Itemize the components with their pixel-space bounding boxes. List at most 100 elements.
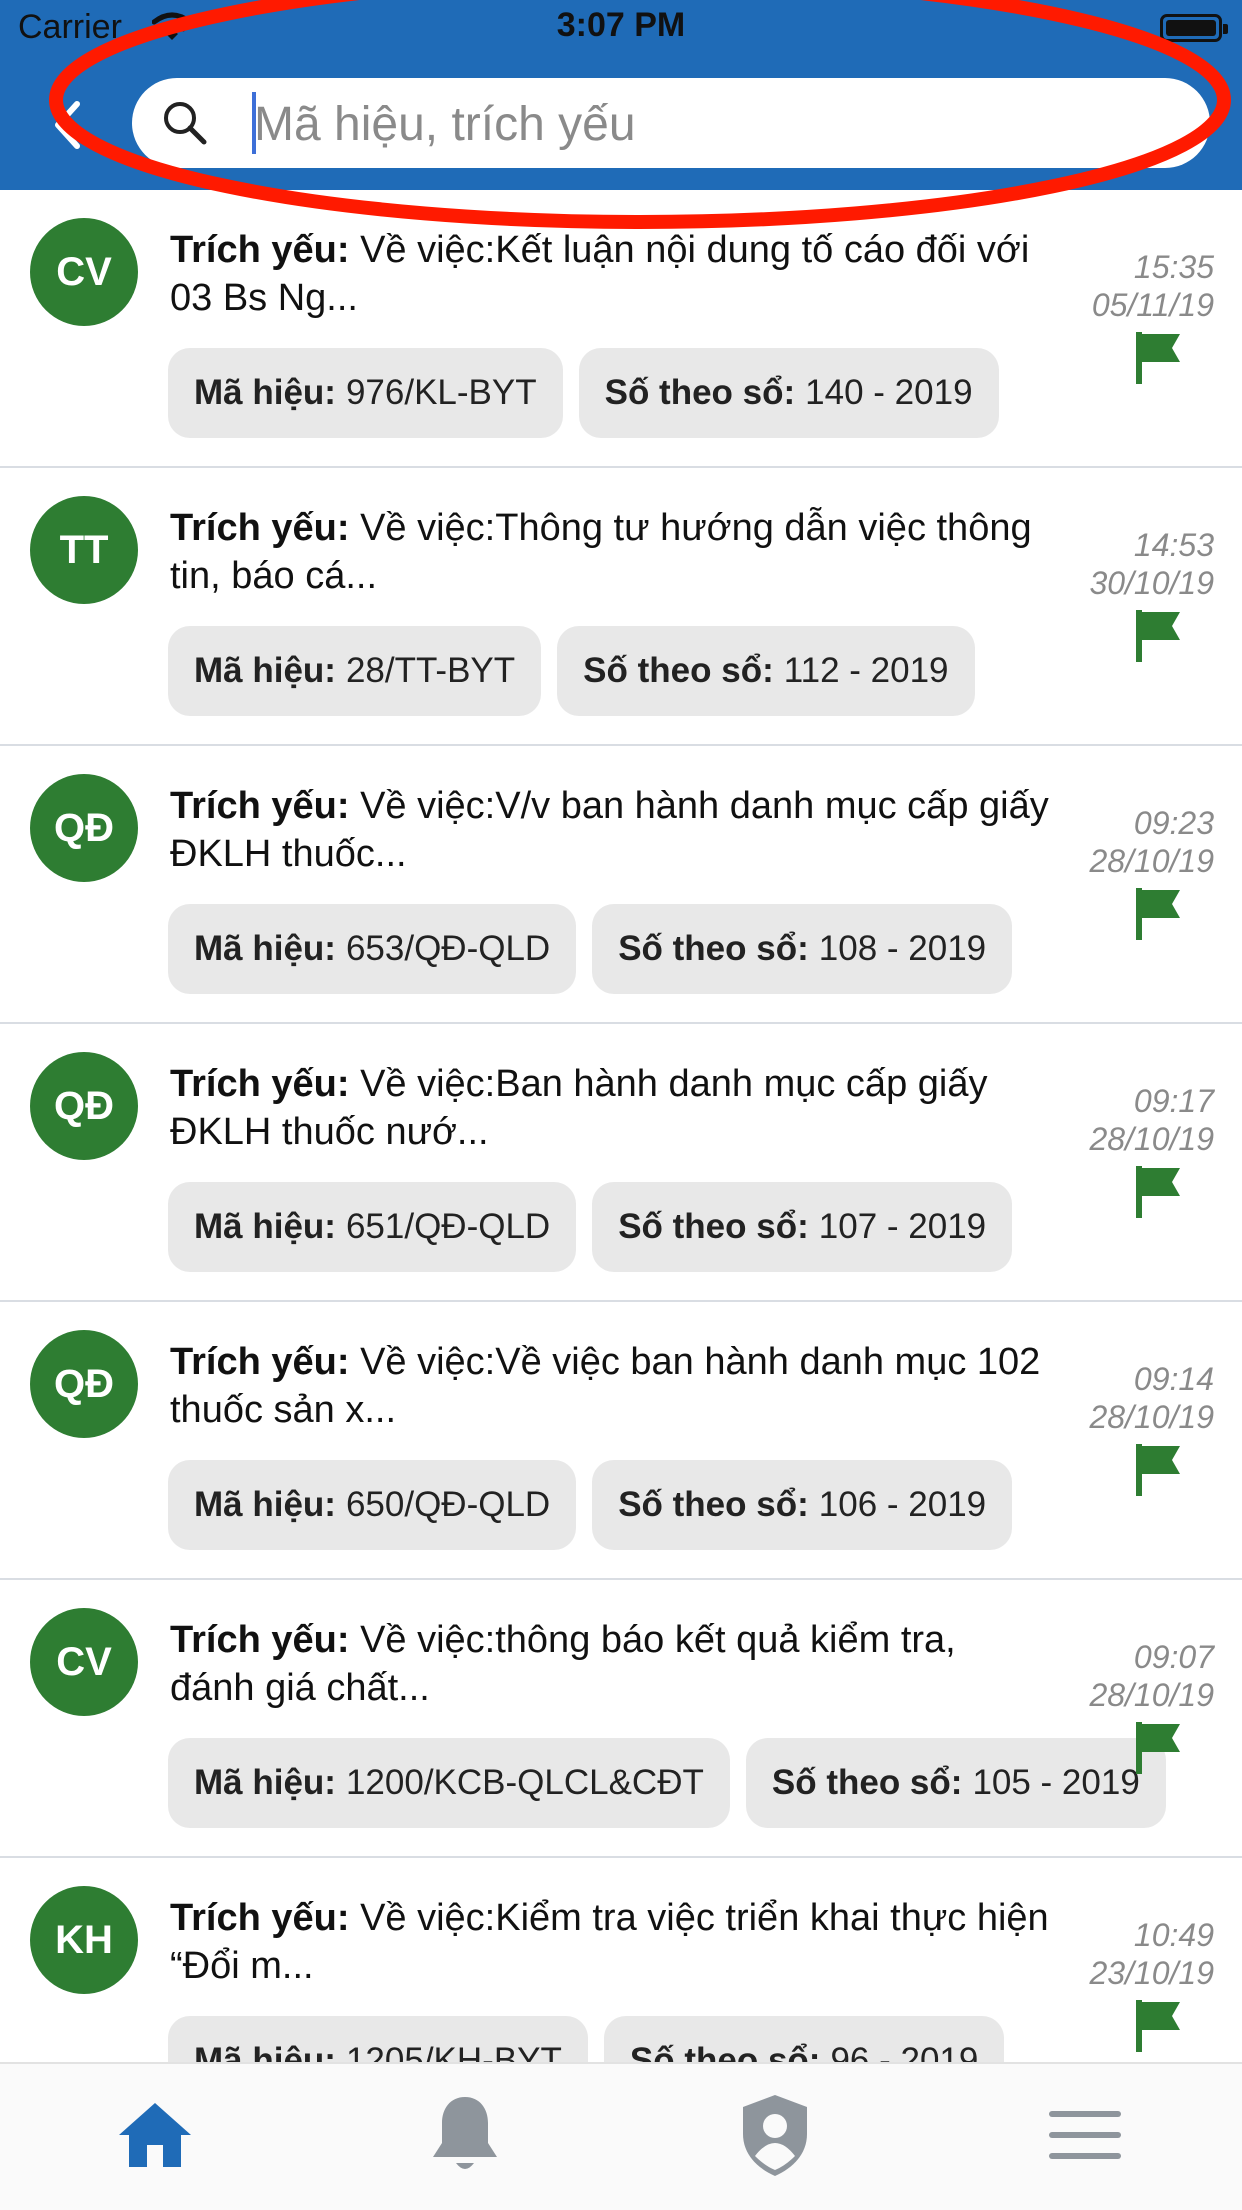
flag-icon[interactable] (1134, 1998, 1184, 2059)
summary-label: Trích yếu: (170, 507, 350, 549)
code-value: 653/QĐ-QLD (345, 929, 551, 968)
tab-home[interactable] (110, 2092, 200, 2182)
book-number-label: Số theo sổ: (618, 929, 809, 968)
timestamp: 09:17 28/10/19 (1074, 1082, 1214, 1158)
book-number-value: 96 - 2019 (830, 2041, 979, 2062)
bell-icon (428, 2093, 502, 2182)
flag-icon[interactable] (1134, 886, 1184, 947)
book-number-chip: Số theo sổ: 112 - 2019 (557, 626, 975, 716)
book-number-value: 106 - 2019 (818, 1485, 987, 1524)
summary-text: Trích yếu: Về việc:Ban hành danh mục cấp… (170, 1060, 1050, 1156)
tab-notifications[interactable] (420, 2092, 510, 2182)
book-number-chip: Số theo sổ: 107 - 2019 (592, 1182, 1013, 1272)
flag-icon[interactable] (1134, 1442, 1184, 1503)
code-chip: Mã hiệu: 650/QĐ-QLD (168, 1460, 577, 1550)
summary-label: Trích yếu: (170, 1619, 350, 1661)
book-number-value: 112 - 2019 (783, 651, 949, 690)
code-label: Mã hiệu: (194, 373, 336, 412)
tab-menu[interactable] (1040, 2092, 1130, 2182)
status-time: 3:07 PM (556, 6, 686, 44)
flag-icon[interactable] (1134, 1164, 1184, 1225)
list-item[interactable]: QĐ Trích yếu: Về việc:Ban hành danh mục … (0, 1024, 1242, 1302)
timestamp: 14:53 30/10/19 (1074, 526, 1214, 602)
book-number-chip: Số theo sổ: 106 - 2019 (592, 1460, 1013, 1550)
summary-text: Trích yếu: Về việc:V/v ban hành danh mục… (170, 782, 1050, 878)
item-time: 09:17 (1133, 1083, 1214, 1119)
list-item[interactable]: KH Trích yếu: Về việc:Kiểm tra việc triể… (0, 1858, 1242, 2062)
home-icon (115, 2099, 195, 2176)
code-label: Mã hiệu: (194, 1763, 336, 1802)
code-chip: Mã hiệu: 28/TT-BYT (168, 626, 542, 716)
flag-icon[interactable] (1134, 608, 1184, 669)
summary-label: Trích yếu: (170, 229, 350, 271)
book-number-label: Số theo sổ: (618, 1207, 809, 1246)
item-time: 10:49 (1133, 1917, 1214, 1953)
book-number-label: Số theo sổ: (604, 373, 796, 412)
code-chip: Mã hiệu: 653/QĐ-QLD (168, 904, 577, 994)
user-shield-icon (739, 2092, 811, 2183)
list-item[interactable]: QĐ Trích yếu: Về việc:Về việc ban hành d… (0, 1302, 1242, 1580)
item-time: 09:23 (1133, 805, 1214, 841)
list-item[interactable]: CV Trích yếu: Về việc:Kết luận nội dung … (0, 190, 1242, 468)
chip-group: Mã hiệu: 653/QĐ-QLD Số theo sổ: 108 - 2019 (168, 904, 1013, 994)
book-number-chip: Số theo sổ: 140 - 2019 (578, 348, 999, 438)
code-chip: Mã hiệu: 976/KL-BYT (168, 348, 563, 438)
avatar: TT (30, 496, 138, 604)
chip-group: Mã hiệu: 28/TT-BYT Số theo sổ: 112 - 2019 (168, 626, 975, 716)
header: Carrier 3:07 PM (0, 0, 1242, 190)
summary-label: Trích yếu: (170, 1341, 350, 1383)
book-number-chip: Số theo sổ: 96 - 2019 (603, 2016, 1005, 2062)
back-icon[interactable] (52, 100, 82, 155)
search-icon (160, 98, 210, 153)
avatar: QĐ (30, 1052, 138, 1160)
chip-group: Mã hiệu: 1205/KH-BYT Số theo sổ: 96 - 2019 (168, 2016, 1005, 2062)
code-value: 976/KL-BYT (345, 373, 537, 412)
summary-text: Trích yếu: Về việc:thông báo kết quả kiể… (170, 1616, 1050, 1712)
code-label: Mã hiệu: (194, 1485, 336, 1524)
timestamp: 09:23 28/10/19 (1074, 804, 1214, 880)
flag-icon[interactable] (1134, 330, 1184, 391)
item-time: 09:07 (1133, 1639, 1214, 1675)
item-date: 23/10/19 (1089, 1955, 1214, 1991)
summary-text: Trích yếu: Về việc:Thông tư hướng dẫn vi… (170, 504, 1050, 600)
code-label: Mã hiệu: (194, 651, 336, 690)
chip-group: Mã hiệu: 651/QĐ-QLD Số theo sổ: 107 - 2019 (168, 1182, 1013, 1272)
flag-icon[interactable] (1134, 1720, 1184, 1781)
search-bar[interactable] (132, 78, 1210, 168)
chip-group: Mã hiệu: 976/KL-BYT Số theo sổ: 140 - 2019 (168, 348, 999, 438)
item-date: 28/10/19 (1089, 1677, 1214, 1713)
timestamp: 09:14 28/10/19 (1074, 1360, 1214, 1436)
code-value: 1205/KH-BYT (345, 2041, 562, 2062)
summary-text: Trích yếu: Về việc:Kiểm tra việc triển k… (170, 1894, 1050, 1990)
avatar: CV (30, 218, 138, 326)
list-item[interactable]: CV Trích yếu: Về việc:thông báo kết quả … (0, 1580, 1242, 1858)
item-date: 30/10/19 (1089, 565, 1214, 601)
book-number-value: 107 - 2019 (818, 1207, 987, 1246)
status-bar: Carrier 3:07 PM (0, 0, 1242, 60)
code-chip: Mã hiệu: 651/QĐ-QLD (168, 1182, 577, 1272)
book-number-value: 140 - 2019 (805, 373, 973, 412)
summary-text: Trích yếu: Về việc:Kết luận nội dung tố … (170, 226, 1050, 322)
menu-icon (1049, 2107, 1121, 2168)
tab-profile[interactable] (730, 2092, 820, 2182)
timestamp: 15:35 05/11/19 (1074, 248, 1214, 324)
timestamp: 10:49 23/10/19 (1074, 1916, 1214, 1992)
code-label: Mã hiệu: (194, 2041, 336, 2062)
code-value: 650/QĐ-QLD (345, 1485, 551, 1524)
chip-group: Mã hiệu: 650/QĐ-QLD Số theo sổ: 106 - 2019 (168, 1460, 1013, 1550)
battery-icon (1160, 14, 1228, 42)
book-number-value: 105 - 2019 (972, 1763, 1140, 1802)
book-number-label: Số theo sổ: (771, 1763, 963, 1802)
list-item[interactable]: TT Trích yếu: Về việc:Thông tư hướng dẫn… (0, 468, 1242, 746)
document-list: CV Trích yếu: Về việc:Kết luận nội dung … (0, 190, 1242, 2062)
item-date: 28/10/19 (1089, 1399, 1214, 1435)
list-item[interactable]: QĐ Trích yếu: Về việc:V/v ban hành danh … (0, 746, 1242, 1024)
summary-text: Trích yếu: Về việc:Về việc ban hành danh… (170, 1338, 1050, 1434)
code-chip: Mã hiệu: 1205/KH-BYT (168, 2016, 588, 2062)
summary-label: Trích yếu: (170, 1897, 350, 1939)
code-label: Mã hiệu: (194, 929, 336, 968)
code-value: 1200/KCB-QLCL&CĐT (345, 1763, 704, 1802)
chip-group: Mã hiệu: 1200/KCB-QLCL&CĐT Số theo sổ: 105… (168, 1738, 1166, 1828)
search-input[interactable] (252, 88, 1156, 160)
summary-label: Trích yếu: (170, 1063, 350, 1105)
